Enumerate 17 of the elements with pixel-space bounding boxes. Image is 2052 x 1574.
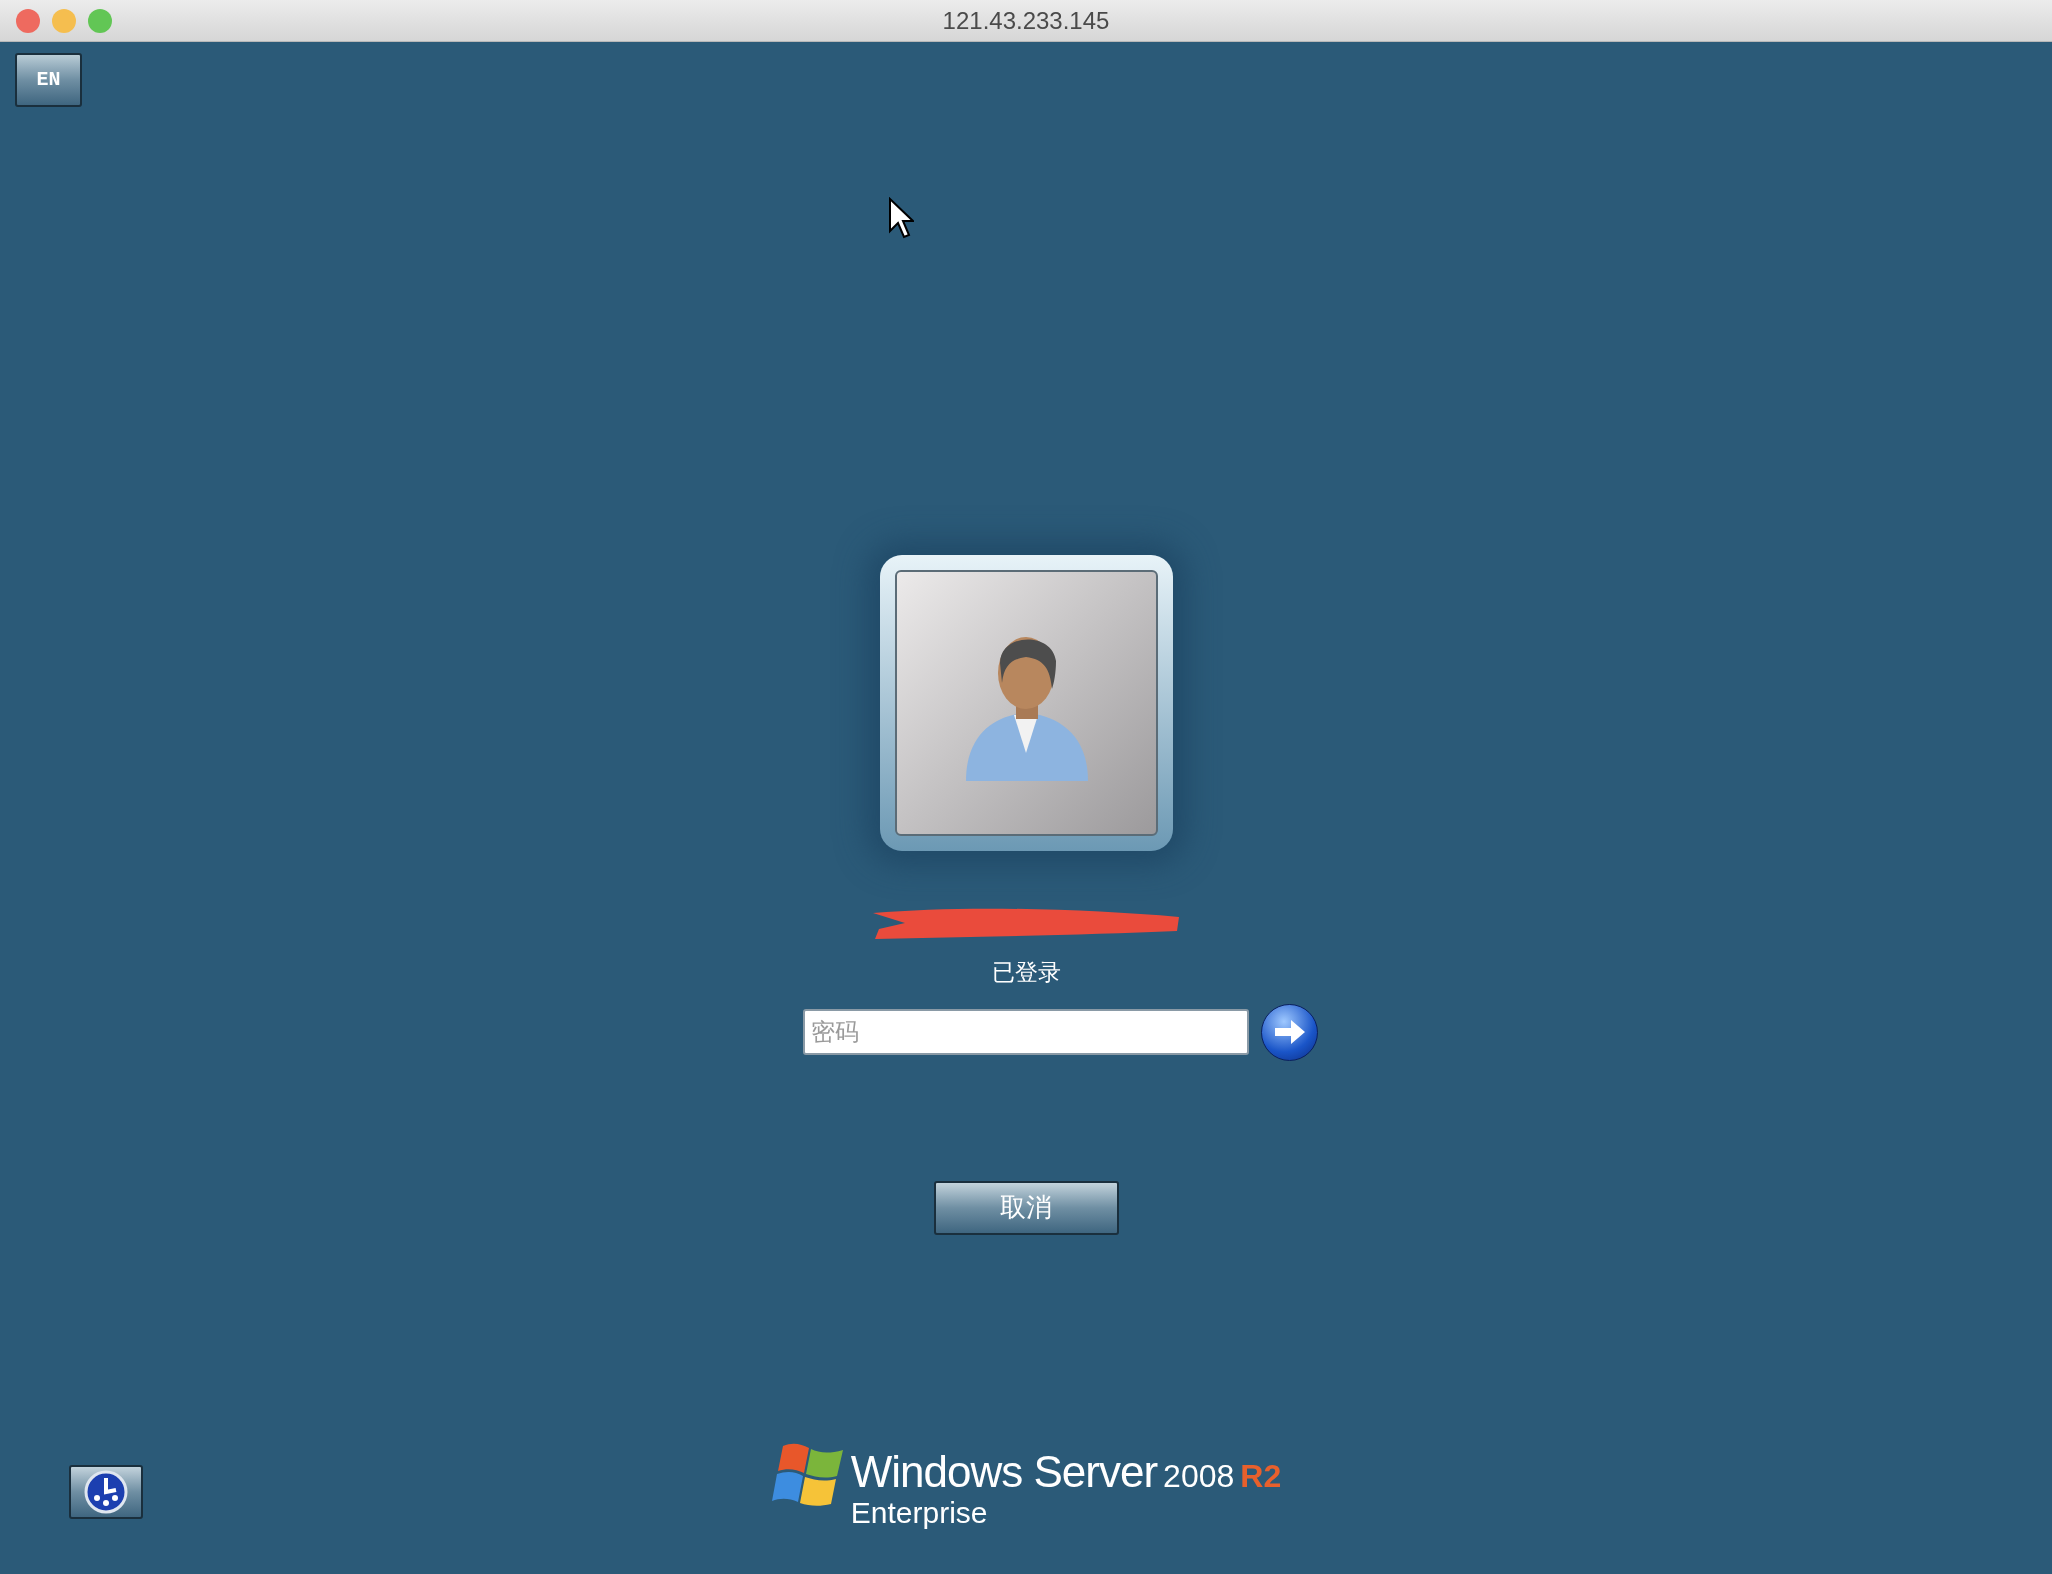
mouse-cursor-icon: [888, 197, 914, 239]
ease-of-access-icon: [84, 1469, 128, 1514]
window-control-button[interactable]: [16, 8, 40, 33]
cancel-button[interactable]: 取消: [933, 1180, 1119, 1235]
login-status: 已登录: [991, 958, 1061, 987]
window-title: 121.43.233.145: [942, 5, 1110, 36]
window-control-button[interactable]: [88, 8, 112, 33]
submit-arrow-button[interactable]: [1261, 1003, 1318, 1061]
product-name: Windows Server: [850, 1449, 1158, 1494]
accessibility-button[interactable]: [69, 1464, 143, 1519]
product-release: R2: [1240, 1459, 1282, 1492]
window-control-button[interactable]: [52, 8, 76, 33]
product-edition: Enterprise: [850, 1494, 989, 1531]
arrow-right-icon: [1272, 1018, 1307, 1046]
language-button[interactable]: EN: [15, 53, 82, 107]
product-version: 2008: [1163, 1459, 1235, 1492]
password-field[interactable]: 密码: [803, 1009, 1249, 1055]
